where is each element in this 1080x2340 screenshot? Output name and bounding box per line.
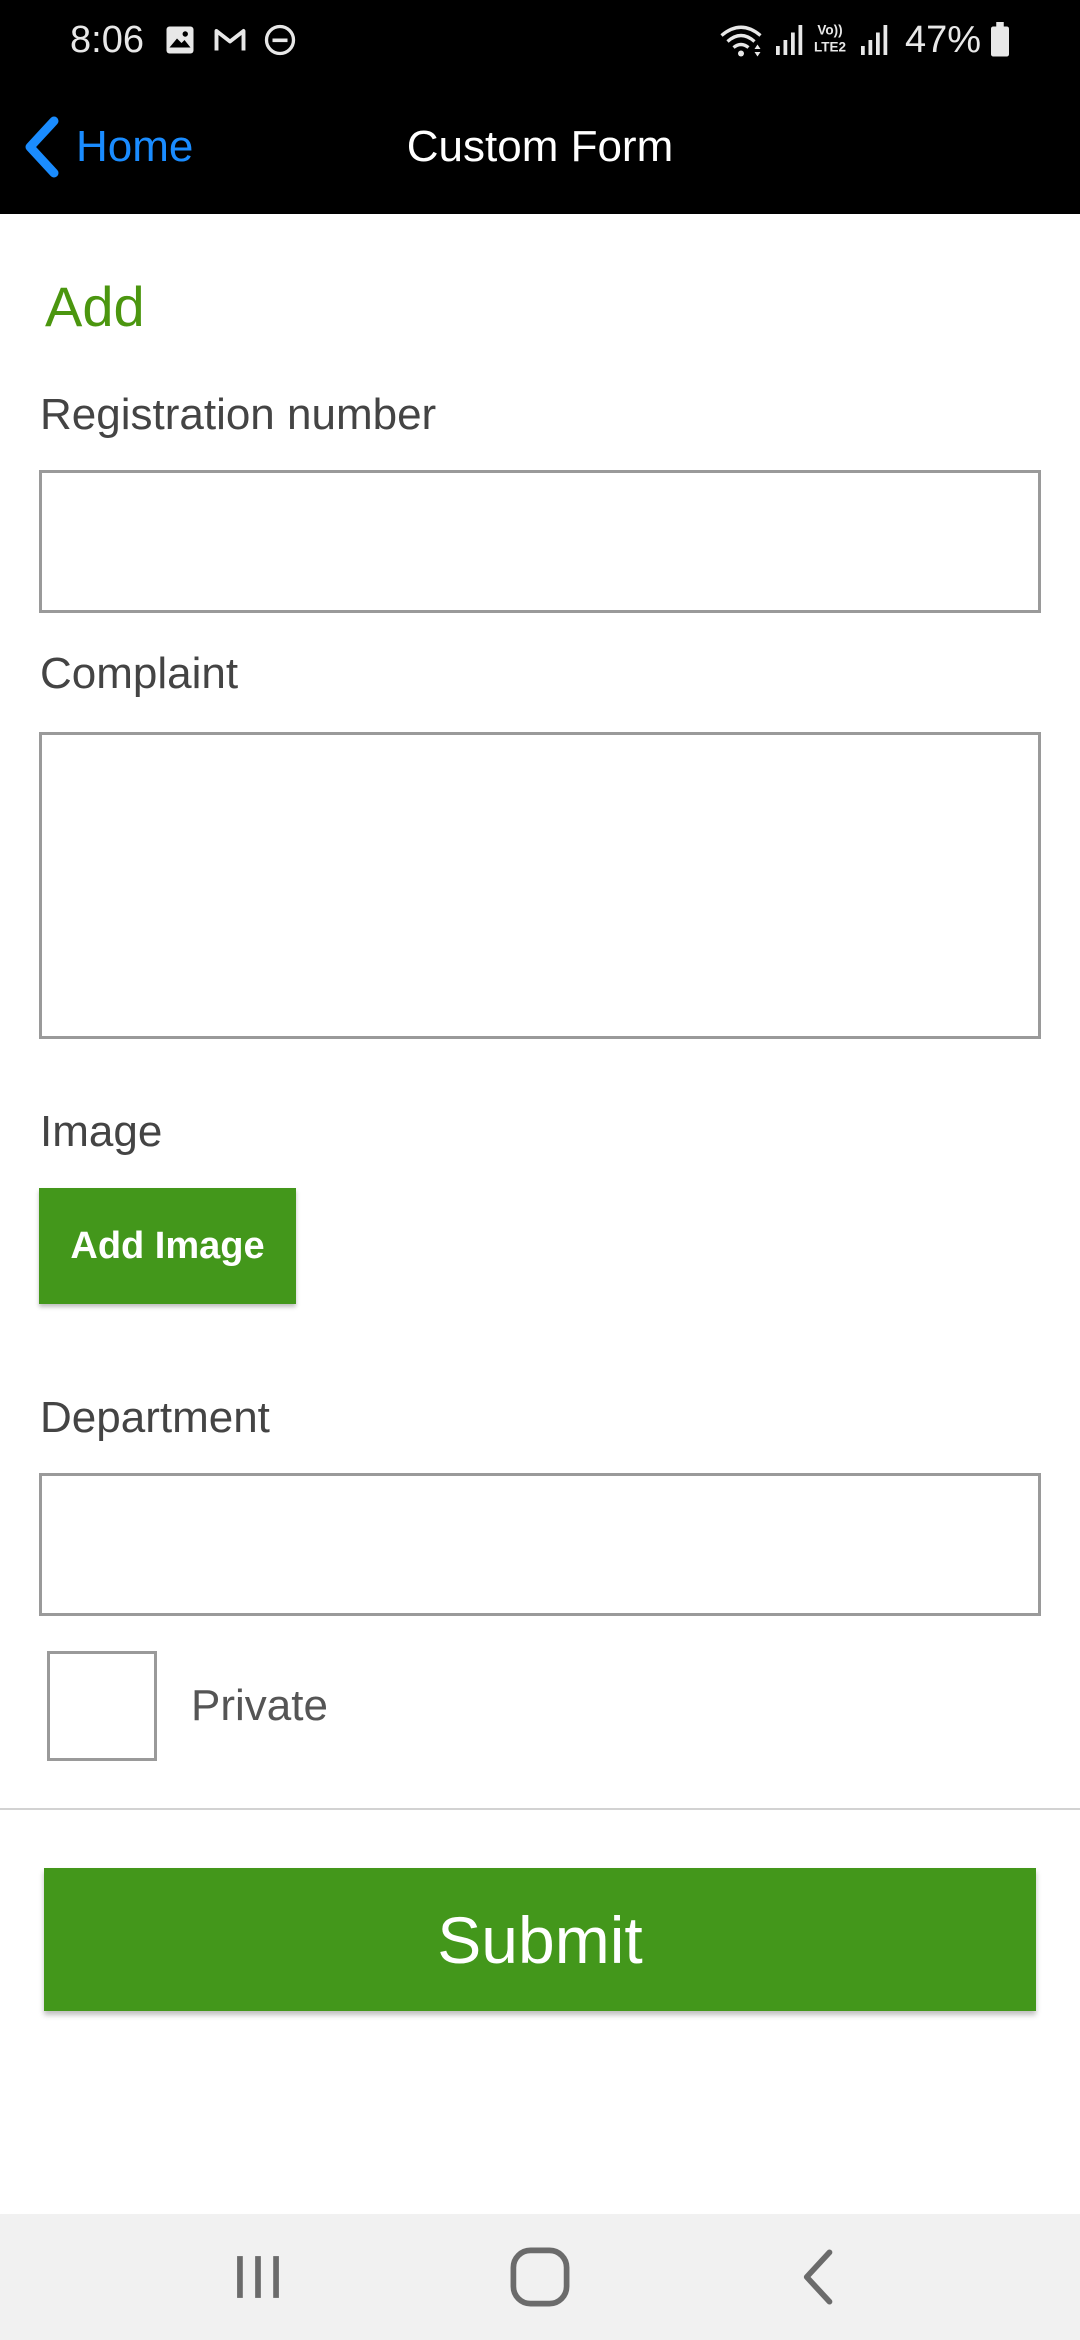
department-label: Department: [40, 1393, 270, 1442]
back-button[interactable]: Home: [22, 112, 193, 182]
navigation-bar: Custom Form Home: [0, 80, 1080, 214]
signal-icon: [857, 22, 889, 58]
registration-number-input[interactable]: [39, 470, 1041, 613]
back-icon[interactable]: [782, 2239, 858, 2315]
department-input[interactable]: [39, 1473, 1041, 1616]
home-icon[interactable]: [502, 2239, 578, 2315]
add-image-button[interactable]: Add Image: [39, 1188, 296, 1304]
back-label: Home: [76, 122, 194, 171]
complaint-label: Complaint: [40, 649, 239, 698]
do-not-disturb-icon: [262, 22, 298, 58]
gmail-icon: [212, 22, 248, 58]
image-icon: [162, 22, 198, 58]
signal-icon: [772, 22, 804, 58]
image-label: Image: [40, 1107, 163, 1156]
form-heading: Add: [45, 275, 145, 338]
submit-button[interactable]: Submit: [44, 1868, 1036, 2011]
wifi-icon: [718, 22, 764, 58]
divider: [0, 1808, 1080, 1810]
system-navigation-bar: [0, 2214, 1080, 2340]
registration-number-label: Registration number: [40, 390, 437, 439]
svg-text:LTE2: LTE2: [814, 40, 846, 55]
svg-text:Vo)): Vo)): [817, 22, 842, 37]
status-time: 8:06: [70, 19, 144, 61]
status-bar: 8:06 Vo)) LTE2 47%: [0, 0, 1080, 80]
battery-percent: 47%: [905, 19, 982, 61]
complaint-textarea[interactable]: [39, 732, 1041, 1039]
private-checkbox[interactable]: [47, 1651, 157, 1761]
chevron-left-icon: [22, 115, 62, 179]
battery-icon: [988, 22, 1012, 58]
volte-lte2-icon: Vo)) LTE2: [806, 20, 854, 56]
recent-apps-icon[interactable]: [220, 2239, 296, 2315]
private-label: Private: [191, 1681, 328, 1730]
